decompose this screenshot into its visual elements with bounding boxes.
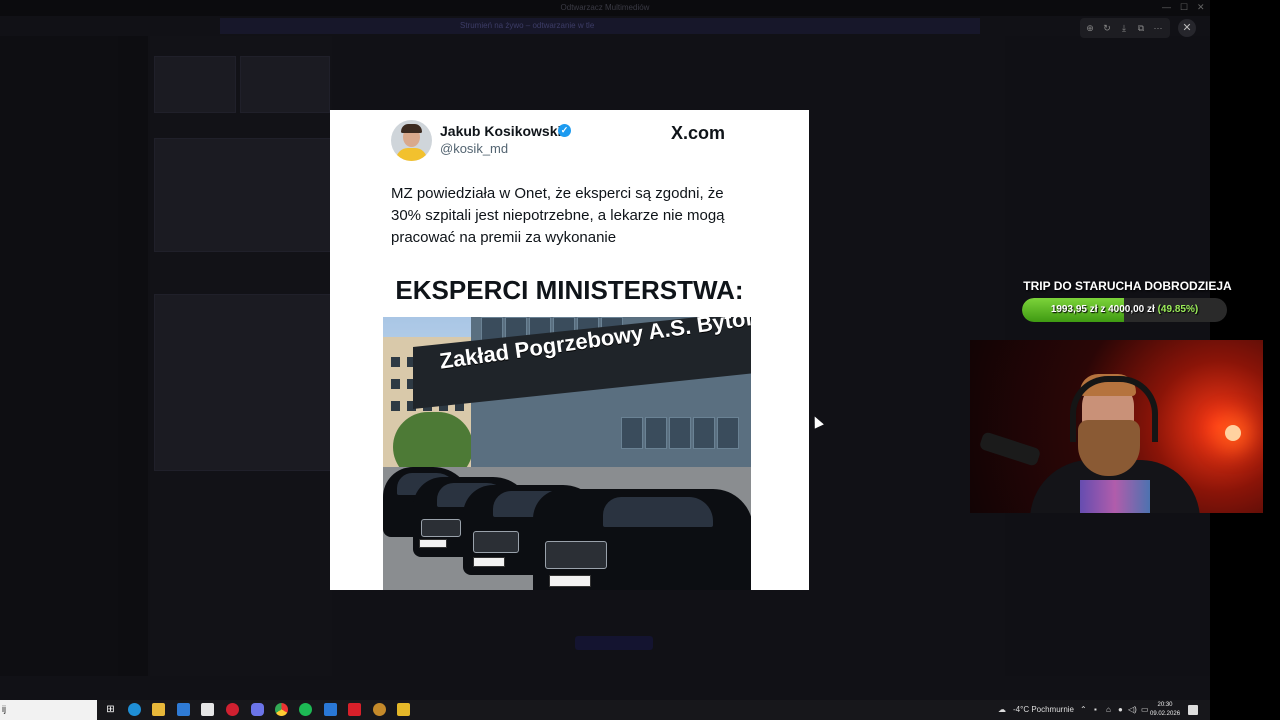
- zoom-in-icon[interactable]: ⊕: [1083, 21, 1097, 35]
- background-titlebar: Odtwarzacz Multimediów — ☐ ✕: [0, 0, 1210, 16]
- background-sidebar: [0, 36, 118, 676]
- donation-separator: z: [1100, 304, 1106, 315]
- donation-title: TRIP DO STARUCHA DOBRODZIEJA: [1023, 279, 1232, 293]
- download-icon[interactable]: ⤓: [1117, 21, 1131, 35]
- clock-date: 09.02.2026: [1150, 711, 1181, 717]
- task-view-icon[interactable]: ⊞: [104, 703, 117, 716]
- volume-icon[interactable]: ◁): [1128, 705, 1137, 714]
- search-value: ij: [2, 704, 6, 714]
- taskbar: ij ⊞ ☁ -4°C Pochmurnie ⌃ ▪ ⌂ ● ◁) ▭ 20:3…: [0, 700, 1210, 720]
- spotify-icon[interactable]: [299, 703, 312, 716]
- verified-badge-icon: ✓: [558, 124, 571, 137]
- tweet-text: MZ powiedziała w Onet, że eksperci są zg…: [391, 185, 725, 246]
- discord-icon[interactable]: [251, 703, 264, 716]
- open-icon[interactable]: ⧉: [1134, 21, 1148, 35]
- headset-icon: [1070, 376, 1158, 442]
- tray-chevron-icon[interactable]: ⌃: [1080, 705, 1087, 714]
- background-channel-list: [118, 36, 148, 676]
- maximize-icon[interactable]: ☐: [1180, 2, 1188, 13]
- weather-text[interactable]: -4°C Pochmurnie: [1013, 705, 1074, 714]
- tweet-headline: EKSPERCI MINISTERSTWA:: [395, 275, 744, 305]
- microphone-tray-icon[interactable]: ●: [1118, 705, 1123, 714]
- viewer-toolbar: ⊕ ↻ ⤓ ⧉ ⋯: [1080, 18, 1170, 38]
- donation-goal: 4000,00 zł: [1108, 304, 1155, 315]
- x-logo: X.com: [671, 123, 726, 143]
- store-icon[interactable]: [201, 703, 214, 716]
- yellow-app-icon[interactable]: [397, 703, 410, 716]
- background-button: [575, 636, 653, 650]
- taskbar-search-input[interactable]: ij: [0, 700, 97, 720]
- mail-icon[interactable]: [177, 703, 190, 716]
- author-handle: @kosik_md: [440, 141, 509, 156]
- window-close-icon[interactable]: ✕: [1197, 2, 1205, 13]
- donation-current: 1993,95 zł: [1050, 304, 1098, 315]
- clock-time: 20:30: [1157, 702, 1173, 708]
- more-icon[interactable]: ⋯: [1151, 21, 1165, 35]
- author-name: Jakub Kosikowski: [440, 123, 562, 139]
- webcam-overlay: [970, 340, 1263, 513]
- tray-app-icon[interactable]: ▪: [1094, 705, 1097, 714]
- background-banner: Strumień na żywo – odtwarzanie w tle: [220, 18, 980, 34]
- close-icon[interactable]: ✕: [1178, 19, 1196, 37]
- microphone-icon: [978, 431, 1042, 467]
- donation-percent: (49.85%): [1157, 304, 1199, 315]
- opera-icon[interactable]: [226, 703, 239, 716]
- file-explorer-icon[interactable]: [152, 703, 165, 716]
- car: [533, 489, 751, 590]
- tweet-image: Jakub Kosikowski ✓ @kosik_md X.com MZ po…: [330, 110, 809, 590]
- media-player-icon[interactable]: [324, 703, 337, 716]
- tweet-photo: Zakład Pogrzebowy A.S. Bytom: [383, 317, 751, 590]
- background-chat: [150, 36, 332, 676]
- donation-progress-bar: 1993,95 zł z 4000,00 zł (49.85%): [1022, 298, 1227, 322]
- keyboard-icon[interactable]: ▭: [1141, 705, 1149, 714]
- avatar: [391, 120, 432, 161]
- chrome-icon[interactable]: [275, 703, 288, 716]
- rotate-icon[interactable]: ↻: [1100, 21, 1114, 35]
- donation-progress-text: 1993,95 zł z 4000,00 zł (49.85%): [1022, 304, 1227, 315]
- minimize-icon[interactable]: —: [1162, 2, 1171, 12]
- background-card: [240, 56, 330, 113]
- edge-icon[interactable]: [128, 703, 141, 716]
- red-app-icon[interactable]: [348, 703, 361, 716]
- background-card: [154, 294, 332, 471]
- window-title: Odtwarzacz Multimediów: [560, 3, 650, 12]
- background-card: [154, 138, 332, 252]
- clock[interactable]: 20:30 09.02.2026: [1150, 701, 1180, 719]
- background-card: [154, 56, 236, 113]
- notification-icon[interactable]: [1188, 705, 1198, 715]
- network-icon[interactable]: ⌂: [1106, 705, 1111, 714]
- weather-icon[interactable]: ☁: [998, 705, 1006, 714]
- banner-text: Strumień na żywo – odtwarzanie w tle: [460, 21, 595, 30]
- torch-icon[interactable]: [373, 703, 386, 716]
